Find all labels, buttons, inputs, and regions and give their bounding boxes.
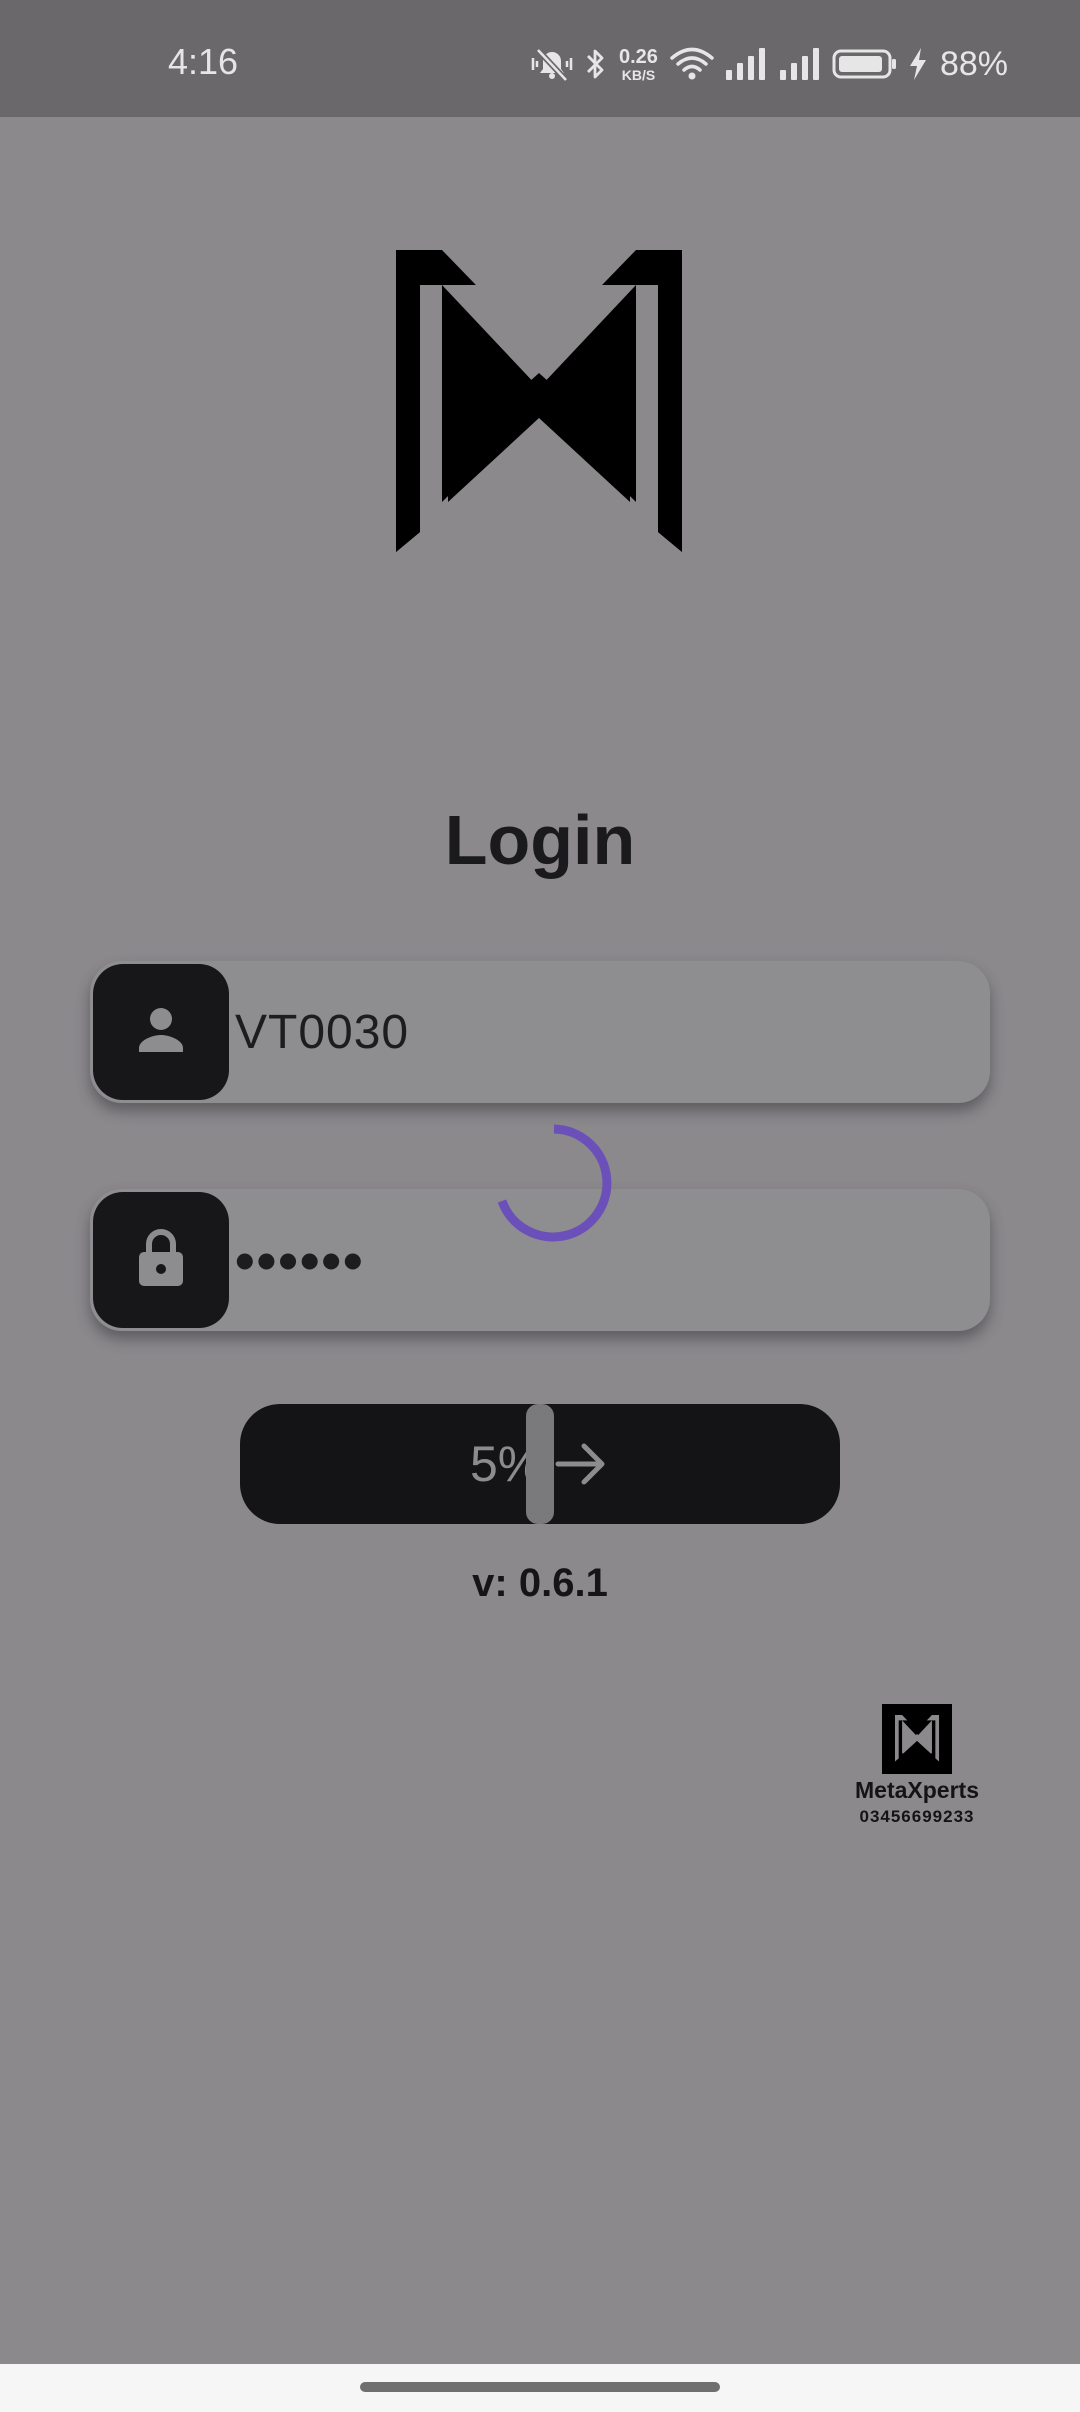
login-submit-button[interactable]: 5% xyxy=(240,1404,840,1524)
username-input[interactable]: VT0030 xyxy=(235,961,409,1103)
loading-spinner-icon xyxy=(497,1124,612,1242)
network-speed-value: 0.26 xyxy=(619,45,658,68)
page-title: Login xyxy=(444,801,636,879)
status-bar: 4:16 0.26 KB/S 88% xyxy=(0,0,1080,117)
lock-icon xyxy=(133,1226,189,1295)
slider-handle[interactable] xyxy=(526,1404,554,1524)
system-nav-bar xyxy=(0,2364,1080,2412)
bluetooth-icon xyxy=(585,46,607,82)
charging-icon xyxy=(908,47,928,81)
company-name: MetaXperts xyxy=(855,1777,979,1803)
mute-vibrate-icon xyxy=(529,46,575,82)
person-icon xyxy=(133,1002,189,1063)
wifi-icon xyxy=(670,47,714,81)
username-field[interactable]: VT0030 xyxy=(90,961,990,1103)
battery-percent: 88% xyxy=(939,45,1008,83)
app-logo xyxy=(396,250,682,552)
password-input[interactable]: •••••• xyxy=(235,1189,365,1331)
app-version: v: 0.6.1 xyxy=(472,1561,608,1605)
signal-icon xyxy=(778,48,822,80)
company-logo xyxy=(882,1704,952,1774)
company-phone: 03456699233 xyxy=(859,1806,975,1826)
network-speed-unit: KB/S xyxy=(621,66,656,83)
username-icon-box xyxy=(93,964,229,1100)
arrow-right-icon xyxy=(555,1443,605,1485)
battery-icon xyxy=(832,48,898,80)
signal-icon xyxy=(724,48,768,80)
password-icon-box xyxy=(93,1192,229,1328)
network-speed: 0.26 KB/S xyxy=(619,47,658,82)
company-branding: MetaXperts 03456699233 xyxy=(833,1704,1001,1829)
home-indicator[interactable] xyxy=(360,2382,720,2392)
status-time: 4:16 xyxy=(168,41,239,82)
status-icons: 0.26 KB/S 88% xyxy=(529,44,1008,84)
